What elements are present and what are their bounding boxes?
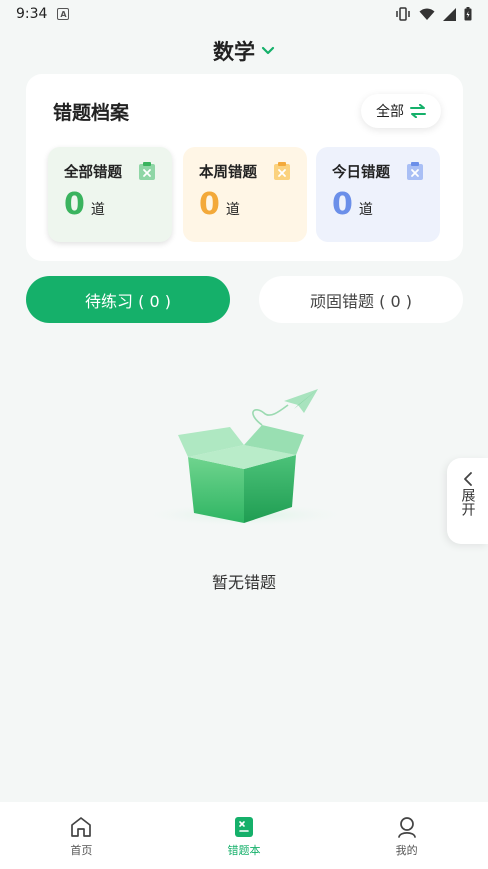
archive-title: 错题档案 — [53, 102, 130, 124]
filter-button[interactable]: 全部 — [361, 94, 441, 128]
clipboard-x-icon — [274, 162, 290, 180]
stat-unit: 道 — [90, 202, 105, 218]
nav-label: 首页 — [70, 844, 93, 857]
nav-profile[interactable]: 我的 — [357, 815, 457, 858]
subject-selector[interactable]: 数学 — [0, 36, 488, 66]
battery-icon — [464, 7, 472, 21]
home-icon — [71, 817, 92, 837]
bottom-nav: 首页 错题本 我的 — [0, 802, 488, 869]
stat-count: 0 — [64, 187, 85, 222]
clipboard-x-icon — [407, 162, 423, 180]
empty-box-illustration — [138, 389, 352, 527]
archive-card: 错题档案 全部 全部错题 0 道 本周错题 0 道 今日错题 0 道 — [26, 74, 463, 261]
expand-side-panel[interactable]: 展开 — [447, 458, 488, 544]
profile-icon — [397, 817, 416, 838]
chevron-left-icon — [463, 472, 472, 486]
stat-count: 0 — [199, 187, 220, 222]
stat-unit: 道 — [225, 202, 240, 218]
notebook-icon — [234, 817, 253, 837]
swap-icon — [410, 104, 426, 118]
stat-count: 0 — [332, 187, 353, 222]
tab-pending-practice[interactable]: 待练习 ( 0 ) — [26, 276, 230, 323]
chevron-down-icon — [261, 46, 275, 55]
stat-unit: 道 — [358, 202, 373, 218]
nav-home[interactable]: 首页 — [31, 815, 131, 858]
subject-label: 数学 — [213, 40, 255, 64]
nav-label: 错题本 — [227, 844, 261, 857]
stat-week-mistakes[interactable]: 本周错题 0 道 — [183, 147, 307, 242]
stat-all-mistakes[interactable]: 全部错题 0 道 — [48, 147, 172, 242]
signal-icon — [443, 7, 456, 21]
nav-label: 我的 — [395, 844, 418, 857]
notification-a-icon: A — [57, 8, 70, 20]
empty-state-text: 暂无错题 — [211, 573, 276, 592]
vibrate-icon — [396, 7, 410, 21]
nav-notebook[interactable]: 错题本 — [194, 815, 294, 858]
tab-stubborn-mistakes[interactable]: 顽固错题 ( 0 ) — [259, 276, 463, 323]
status-time: 9:34 — [16, 6, 48, 22]
status-bar: 9:34 A — [0, 0, 488, 28]
clipboard-x-icon — [139, 162, 155, 180]
wifi-icon — [419, 8, 435, 20]
expand-label: 展开 — [459, 488, 476, 516]
stat-today-mistakes[interactable]: 今日错题 0 道 — [316, 147, 440, 242]
filter-label: 全部 — [376, 104, 404, 120]
